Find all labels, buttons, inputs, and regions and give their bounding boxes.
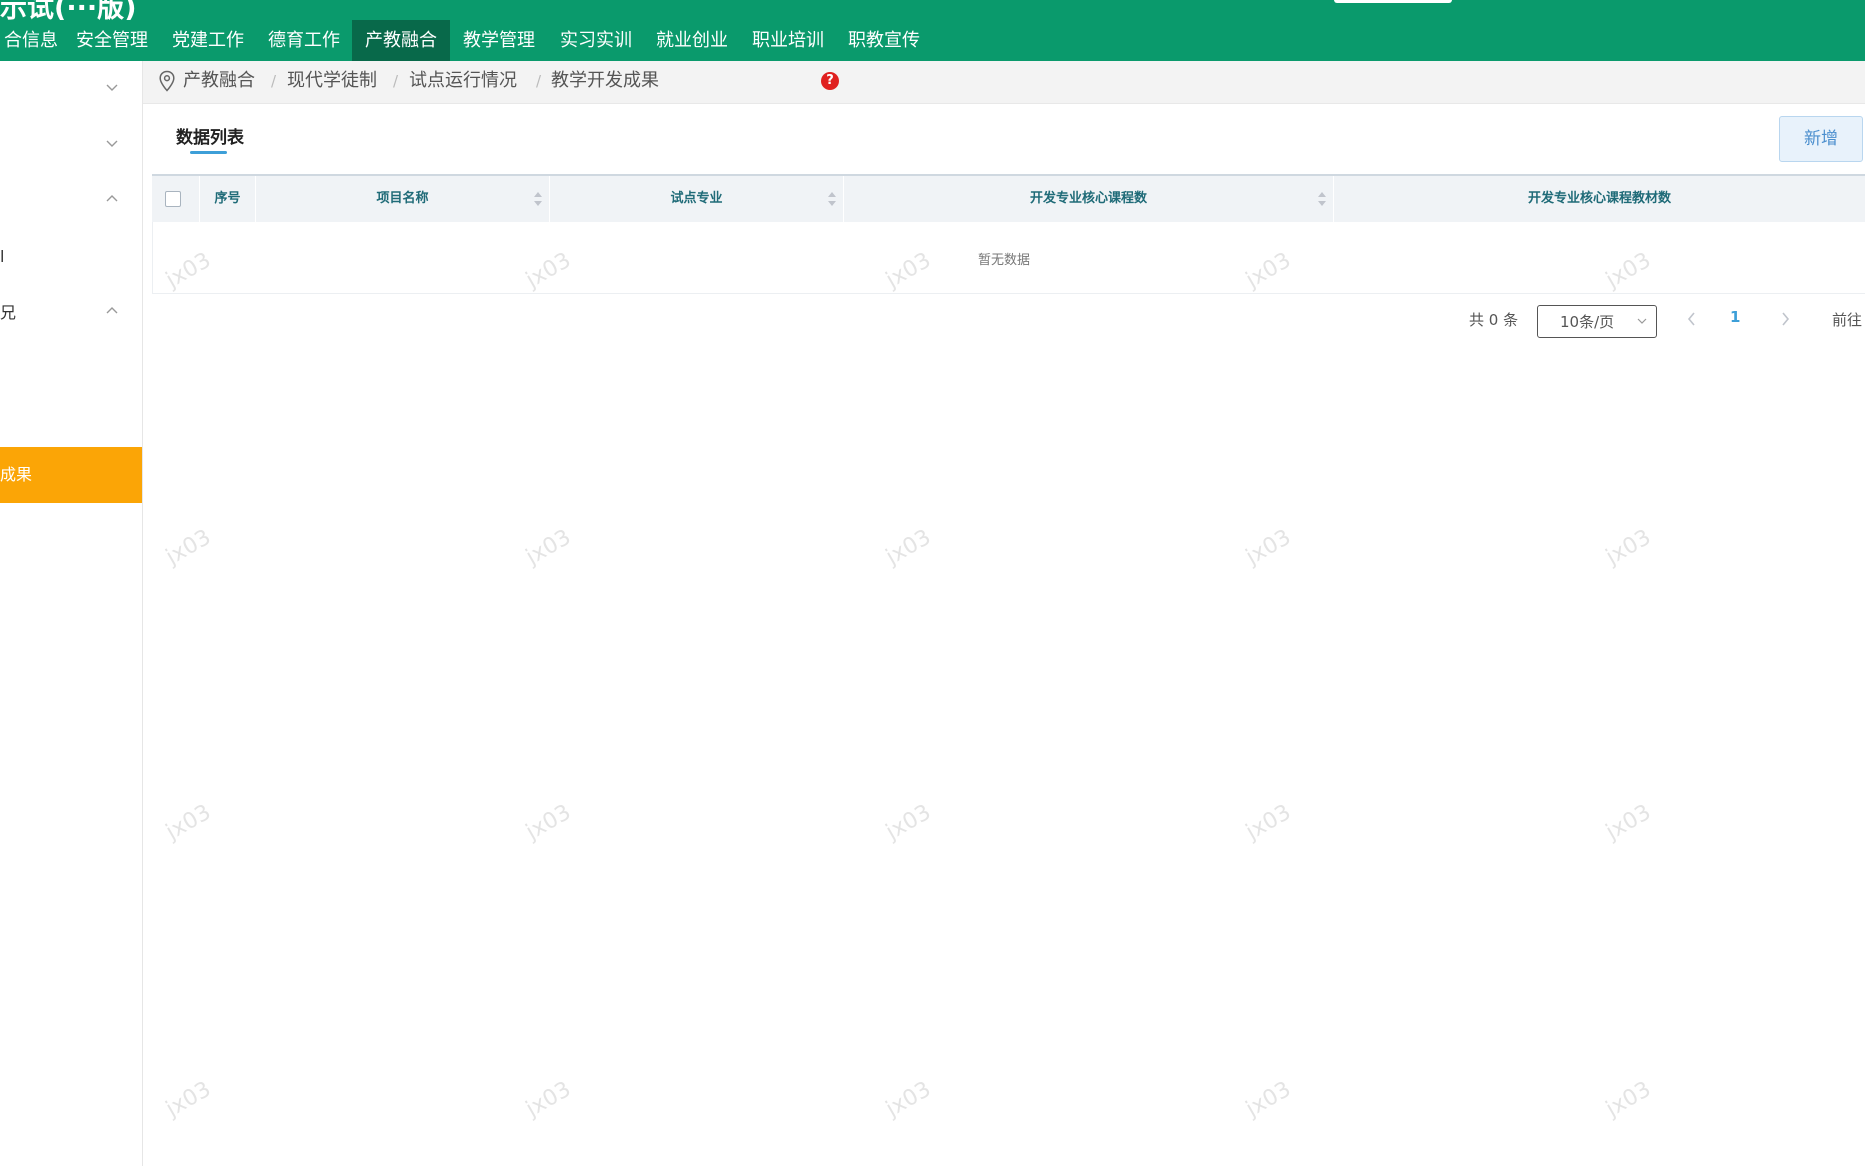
empty-state-text: 暂无数据 [977, 253, 1030, 268]
nav-item-integrated-info[interactable]: 合信息 [0, 20, 62, 61]
user-box[interactable] [1334, 0, 1452, 3]
select-all-checkbox[interactable] [165, 191, 181, 207]
breadcrumb-separator: / [393, 72, 399, 90]
nav-item-moral[interactable]: 德育工作 [256, 20, 352, 61]
watermark: jx03 [1601, 1076, 1656, 1123]
watermark: jx03 [161, 1076, 216, 1123]
column-header-pilot-major[interactable]: 试点专业 [550, 176, 844, 222]
breadcrumb: 产教融合 / 现代学徒制 / 试点运行情况 / 教学开发成果 ? [143, 61, 1865, 104]
sidebar-item-4[interactable]: l [0, 229, 142, 285]
sort-icon[interactable] [1316, 190, 1328, 208]
nav-item-safety[interactable]: 安全管理 [64, 20, 160, 61]
breadcrumb-item-2[interactable]: 现代学徒制 [287, 61, 377, 101]
column-header-project-name[interactable]: 项目名称 [256, 176, 550, 222]
table-body: 暂无数据 [152, 222, 1865, 294]
watermark: jx03 [1241, 524, 1296, 571]
column-header-core-textbooks: 开发专业核心课程教材数 [1334, 176, 1865, 222]
watermark: jx03 [1241, 799, 1296, 846]
page-size-select[interactable]: 10条/页 [1537, 305, 1657, 338]
sidebar-item-label: 成果 [0, 465, 33, 484]
watermark: jx03 [1241, 1076, 1296, 1123]
watermark: jx03 [1601, 524, 1656, 571]
top-header: 示试(···版) [0, 0, 1865, 20]
nav-item-internship[interactable]: 实习实训 [548, 20, 644, 61]
sidebar-item-1[interactable] [0, 61, 142, 117]
chevron-down-icon [1637, 318, 1647, 324]
breadcrumb-item-1[interactable]: 产教融合 [183, 61, 255, 101]
watermark: jx03 [161, 799, 216, 846]
select-all-cell [152, 176, 200, 222]
nav-item-employment[interactable]: 就业创业 [644, 20, 740, 61]
prev-page-icon[interactable] [1685, 310, 1699, 328]
main-nav: 合信息 安全管理 党建工作 德育工作 产教融合 教学管理 实习实训 就业创业 职… [0, 20, 1865, 61]
goto-page-label: 前往 [1832, 311, 1863, 329]
breadcrumb-separator: / [536, 72, 542, 90]
tab-data-list[interactable]: 数据列表 [176, 123, 244, 148]
column-header-index: 序号 [200, 176, 256, 222]
chevron-down-icon [106, 140, 118, 147]
column-header-label: 试点专业 [670, 191, 723, 206]
page-number-current[interactable]: 1 [1730, 308, 1740, 326]
nav-item-industry-education[interactable]: 产教融合 [352, 20, 450, 61]
tab-active-indicator [190, 151, 227, 154]
breadcrumb-item-3[interactable]: 试点运行情况 [409, 61, 517, 101]
sidebar-item-3[interactable] [0, 173, 142, 229]
location-pin-icon [159, 70, 175, 92]
watermark: jx03 [161, 524, 216, 571]
sort-icon[interactable] [826, 190, 838, 208]
watermark: jx03 [881, 1076, 936, 1123]
sidebar-item-5[interactable]: 兄 [0, 285, 142, 341]
sidebar: l 兄 成果 [0, 61, 143, 1166]
column-header-label: 开发专业核心课程教材数 [1527, 191, 1671, 206]
next-page-icon[interactable] [1778, 310, 1792, 328]
add-button[interactable]: 新增 [1779, 116, 1863, 162]
sidebar-item-label: 兄 [0, 303, 17, 322]
help-icon[interactable]: ? [821, 72, 839, 90]
sidebar-item-active[interactable]: 成果 [0, 447, 142, 503]
breadcrumb-item-4: 教学开发成果 [551, 70, 659, 91]
nav-item-training[interactable]: 职业培训 [740, 20, 836, 61]
sidebar-item-label: l [0, 247, 5, 266]
breadcrumb-separator: / [271, 72, 277, 90]
sidebar-item-2[interactable] [0, 117, 142, 173]
watermark: jx03 [521, 1076, 576, 1123]
watermark: jx03 [881, 799, 936, 846]
app-title: 示试(···版) [0, 0, 137, 20]
watermark: jx03 [521, 524, 576, 571]
pagination-total: 共 0 条 [1469, 311, 1519, 329]
watermark: jx03 [521, 799, 576, 846]
page-size-value: 10条/页 [1560, 313, 1615, 331]
column-header-core-courses[interactable]: 开发专业核心课程数 [844, 176, 1334, 222]
nav-item-party[interactable]: 党建工作 [160, 20, 256, 61]
column-header-label: 开发专业核心课程数 [1029, 191, 1147, 206]
chevron-down-icon [106, 84, 118, 91]
chevron-up-icon [106, 195, 118, 202]
sort-icon[interactable] [532, 190, 544, 208]
nav-item-teaching[interactable]: 教学管理 [450, 20, 548, 61]
nav-item-promotion[interactable]: 职教宣传 [836, 20, 932, 61]
column-header-label: 项目名称 [376, 191, 429, 206]
table-header: 序号 项目名称 试点专业 开发专业核心课程数 开发专业核心课程教材数 [152, 176, 1865, 222]
watermark: jx03 [1601, 799, 1656, 846]
watermark: jx03 [881, 524, 936, 571]
chevron-up-icon [106, 307, 118, 314]
column-header-label: 序号 [214, 191, 241, 206]
